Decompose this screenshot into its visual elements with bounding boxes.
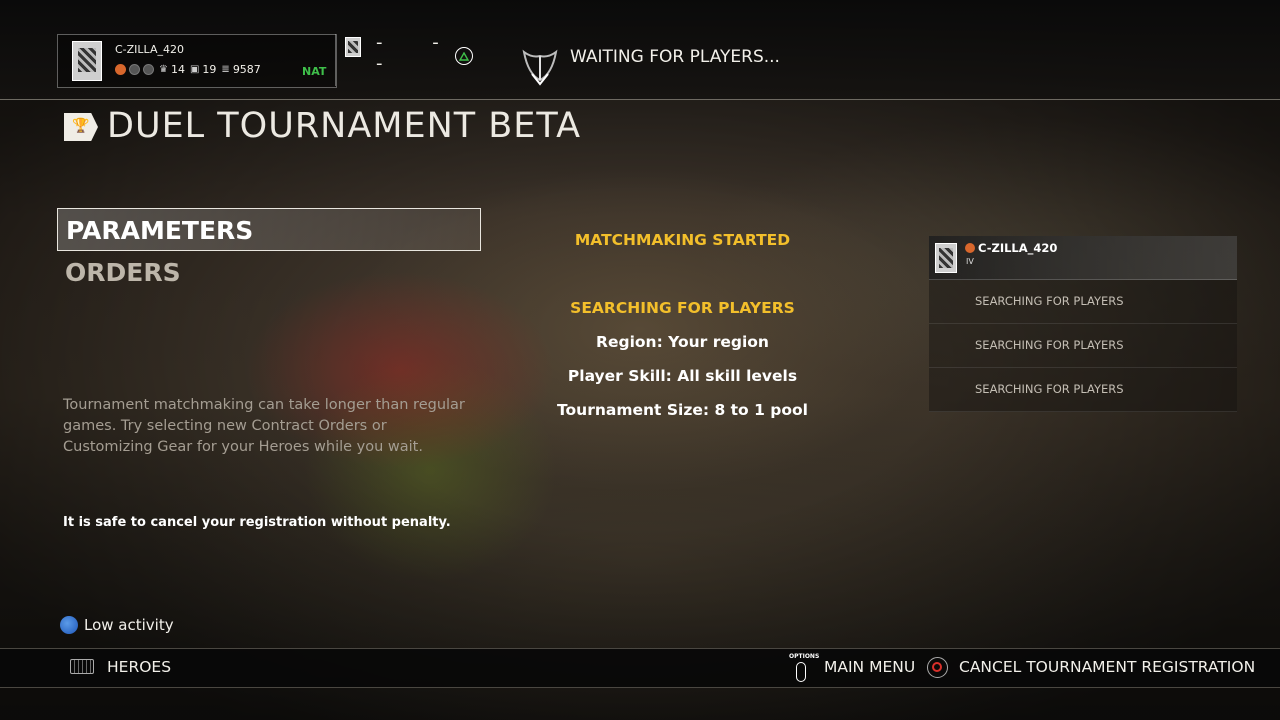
page-title: DUEL TOURNAMENT BETA — [107, 106, 582, 146]
nat-type: NAT — [302, 65, 327, 78]
waiting-helm-icon — [522, 49, 558, 86]
roster-slot-status: SEARCHING FOR PLAYERS — [975, 338, 1124, 352]
stat-b: 19 — [202, 63, 217, 76]
roster-player-name-text: C-ZILLA_420 — [978, 241, 1058, 255]
roster-slot-status: SEARCHING FOR PLAYERS — [975, 382, 1124, 396]
menu-item-parameters[interactable]: PARAMETERS — [57, 208, 481, 251]
roster-slot: SEARCHING FOR PLAYERS — [929, 280, 1237, 324]
waiting-status: WAITING FOR PLAYERS... — [570, 47, 780, 67]
trophy-icon: 🏆 — [64, 113, 98, 141]
roster-slot: SEARCHING FOR PLAYERS — [929, 324, 1237, 368]
party-panel[interactable]: - - - — [335, 32, 476, 86]
rank-slot-icon — [129, 64, 140, 75]
player-name: C-ZILLA_420 — [115, 43, 184, 56]
options-label: OPTIONS — [789, 653, 820, 660]
roster-player-row[interactable]: C-ZILLA_420 IV — [929, 236, 1237, 280]
stat-c: 9587 — [232, 63, 261, 76]
menu-item-orders[interactable]: ORDERS — [57, 251, 481, 294]
globe-icon — [60, 616, 78, 634]
roster-slot-status: SEARCHING FOR PLAYERS — [975, 294, 1124, 308]
circle-button-icon[interactable] — [927, 657, 948, 678]
rank-icon — [965, 243, 975, 253]
matchmaking-status: MATCHMAKING STARTED — [574, 231, 791, 249]
detail-region: Region: Your region — [596, 333, 769, 351]
main-menu-button[interactable]: MAIN MENU — [824, 658, 915, 676]
stat-a: 14 — [170, 63, 185, 76]
player-stats: ♛ 14 ▣ 19 ≣ 9587 — [115, 63, 261, 76]
steel-icon: ≣ — [221, 64, 230, 75]
options-pill-icon — [796, 662, 806, 682]
options-button-icon[interactable]: OPTIONS — [789, 653, 819, 683]
roster-player-name: C-ZILLA_420 — [965, 241, 1057, 255]
cancel-safe-notice: It is safe to cancel your registration w… — [63, 515, 451, 530]
cancel-registration-button[interactable]: CANCEL TOURNAMENT REGISTRATION — [959, 658, 1255, 676]
party-emblem-icon — [345, 37, 361, 57]
gear-score-icon: ▣ — [189, 64, 200, 75]
search-status: SEARCHING FOR PLAYERS — [570, 299, 795, 317]
emblem-icon — [72, 41, 102, 81]
detail-player-skill: Player Skill: All skill levels — [567, 367, 798, 385]
activity-label: Low activity — [84, 616, 174, 634]
roster-slot: SEARCHING FOR PLAYERS — [929, 368, 1237, 412]
rank-slot-icon — [143, 64, 154, 75]
top-bar: C-ZILLA_420 ♛ 14 ▣ 19 ≣ 9587 NAT - - - W… — [0, 0, 1280, 100]
triangle-button-icon[interactable] — [455, 47, 473, 65]
bottom-bar: HEROES OPTIONS MAIN MENU CANCEL TOURNAME… — [0, 648, 1280, 688]
emblem-icon — [935, 243, 957, 273]
matchmaking-tip: Tournament matchmaking can take longer t… — [63, 397, 465, 455]
player-card[interactable]: C-ZILLA_420 ♛ 14 ▣ 19 ≣ 9587 NAT — [57, 34, 337, 88]
heroes-button[interactable]: HEROES — [107, 658, 171, 676]
reputation-icon: ♛ — [159, 64, 168, 75]
roster-player-rank: IV — [966, 257, 974, 266]
activity-indicator: Low activity — [60, 616, 174, 634]
top-divider — [0, 99, 1280, 100]
rank-icon — [115, 64, 126, 75]
tournament-roster: C-ZILLA_420 IV SEARCHING FOR PLAYERS SEA… — [929, 236, 1237, 412]
detail-tournament-size: Tournament Size: 8 to 1 pool — [557, 401, 808, 419]
keyboard-icon — [70, 659, 94, 674]
